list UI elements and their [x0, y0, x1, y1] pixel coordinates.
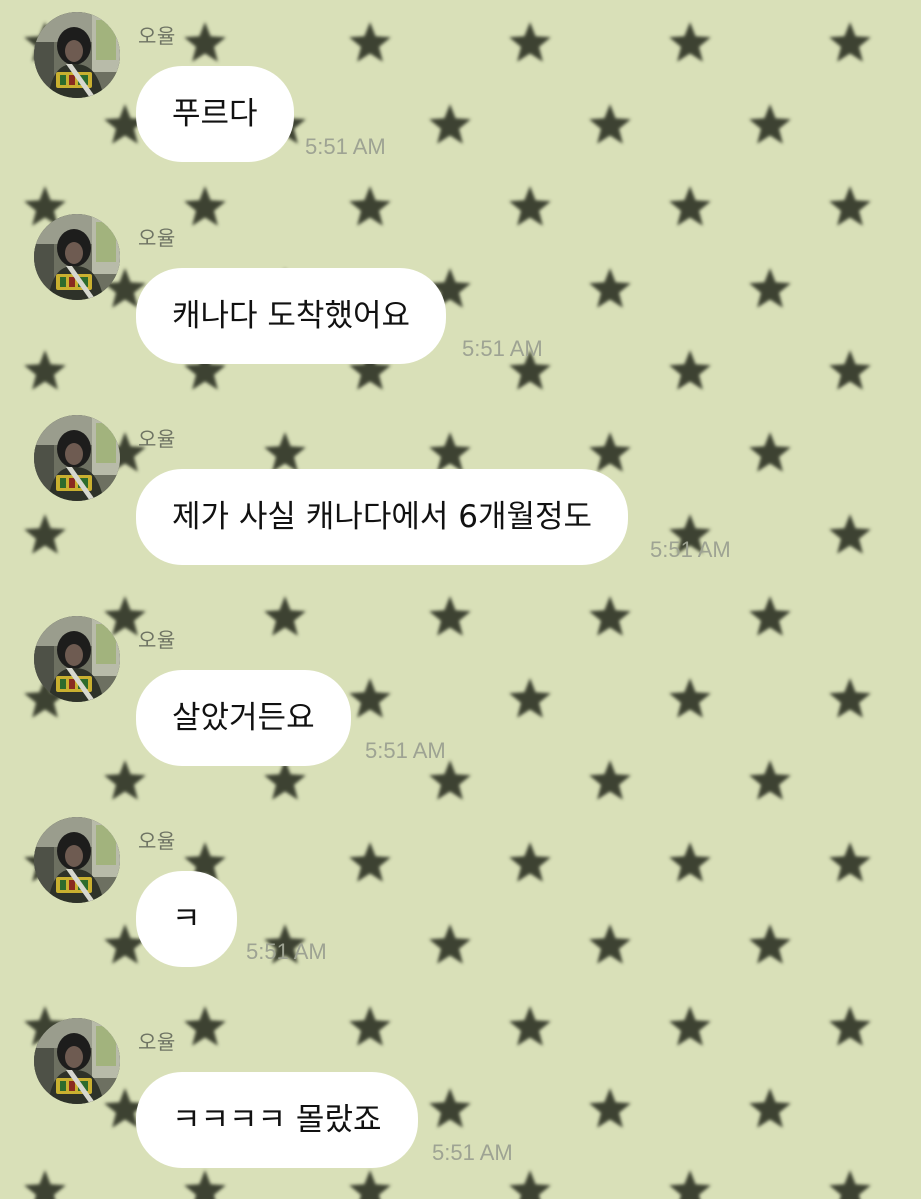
message-timestamp: 5:51 AM: [365, 738, 446, 763]
sender-name: 오율: [138, 427, 176, 451]
message-row: 오율 제가 사실 캐나다에서 6개월정도 5:51 AM: [0, 403, 921, 593]
message-row: 오율 ㅋㅋㅋㅋ 몰랐죠 5:51 AM: [0, 1006, 921, 1196]
sender-name: 오율: [138, 628, 176, 652]
message-bubble[interactable]: 제가 사실 캐나다에서 6개월정도: [136, 469, 629, 565]
message-timestamp: 5:51 AM: [246, 939, 327, 964]
sender-name: 오율: [138, 1030, 176, 1054]
avatar[interactable]: [34, 616, 120, 702]
message-row: 오율 캐나다 도착했어요 5:51 AM: [0, 202, 921, 392]
message-row: 오율 ㅋ 5:51 AM: [0, 805, 921, 995]
message-bubble[interactable]: 캐나다 도착했어요: [136, 268, 447, 364]
sender-name: 오율: [138, 24, 176, 48]
message-timestamp: 5:51 AM: [305, 134, 386, 159]
avatar[interactable]: [34, 12, 120, 98]
message-bubble[interactable]: 푸르다: [136, 66, 294, 162]
avatar[interactable]: [34, 1018, 120, 1104]
sender-name: 오율: [138, 226, 176, 250]
message-timestamp: 5:51 AM: [432, 1140, 513, 1165]
sender-name: 오율: [138, 829, 176, 853]
avatar[interactable]: [34, 214, 120, 300]
avatar[interactable]: [34, 817, 120, 903]
avatar[interactable]: [34, 415, 120, 501]
chat-message-list[interactable]: 오율 푸르다 5:51 AM 오율 캐나다 도착했어요 5:51 AM 오율 제…: [0, 0, 921, 1199]
message-row: 오율 푸르다 5:51 AM: [0, 0, 921, 190]
message-row: 오율 살았거든요 5:51 AM: [0, 604, 921, 794]
message-bubble[interactable]: ㅋ: [136, 871, 237, 967]
message-bubble[interactable]: ㅋㅋㅋㅋ 몰랐죠: [136, 1072, 418, 1168]
message-timestamp: 5:51 AM: [462, 336, 543, 361]
message-timestamp: 5:51 AM: [650, 537, 731, 562]
message-bubble[interactable]: 살았거든요: [136, 670, 351, 766]
